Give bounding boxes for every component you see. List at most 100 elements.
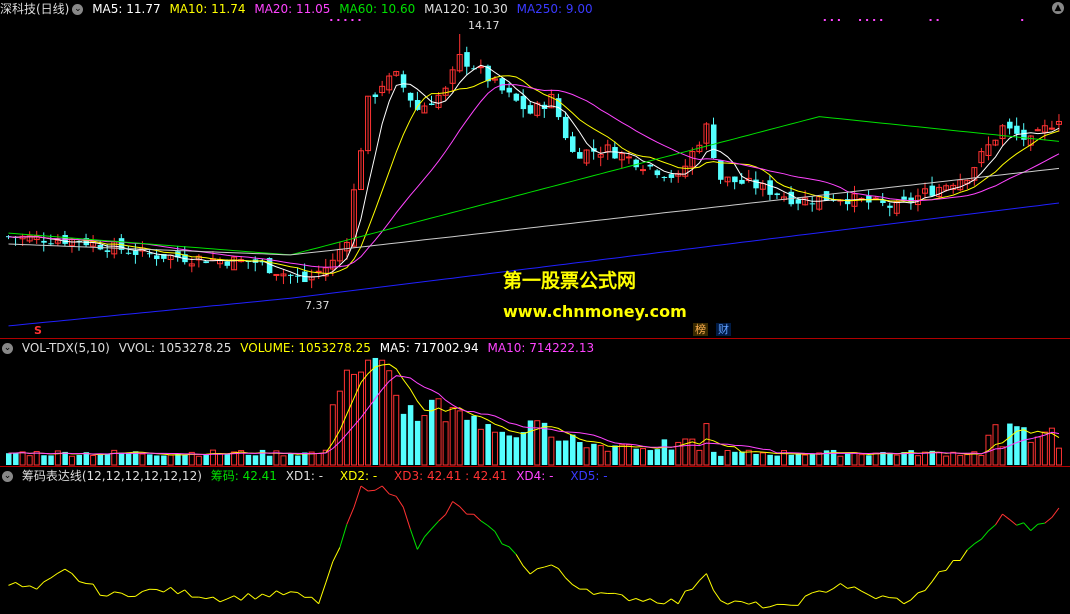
chip-line-segment [353,485,362,508]
volume-bar [456,410,463,466]
volume-bar [682,438,689,466]
bang-badge[interactable]: 榜 [693,323,708,336]
vvol-readout: VVOL: 1053278.25 [118,341,232,355]
volume-bar [583,447,590,466]
candle-body [48,243,54,245]
volume-bar [816,452,823,466]
volume-bar [534,420,541,466]
chip-line-segment [480,520,489,527]
volume-bar [161,455,167,465]
volume-bar [950,451,957,466]
chip-line-segment [92,583,101,596]
chip-line-segment [621,594,630,602]
candle-body [41,240,47,243]
chip-line-segment [642,598,651,602]
signal-dot [337,19,340,21]
chip-line-segment [262,593,270,598]
volume-bar [195,455,202,466]
candle-body [711,124,717,159]
chip-line-segment [819,590,827,593]
chip-line-segment [409,529,418,550]
volume-bar [1007,423,1013,465]
candle-body [823,191,830,201]
volume-bar [880,451,886,465]
chip-line-segment [677,590,686,605]
volume-bar [175,453,181,465]
candle-body [612,147,618,159]
volume-bar [471,415,477,465]
chip-line-segment [156,589,164,593]
chip-line-segment [959,549,968,561]
chip-line-segment [593,592,601,595]
volume-bar [266,455,273,465]
candle-body [104,250,111,252]
volume-bar [343,369,350,466]
volume-bar [914,455,921,466]
volume-bar [83,452,90,465]
chevron-circle-icon[interactable]: ⌄ [2,343,13,354]
volume-bar [209,449,216,466]
chip-line-segment [29,585,37,590]
chip-line-segment [988,524,996,532]
volume-bar [858,454,865,466]
volume-bar [421,415,428,466]
chip-line-segment [833,583,841,589]
volume-bar [336,390,343,466]
candle-body [929,185,936,196]
chip-line-segment [389,493,397,497]
volume-bar [90,454,97,466]
volume-bar [844,453,851,465]
volume-bar [562,440,569,465]
chip-line-segment [903,599,912,605]
candle-body [809,203,816,205]
chip-line-segment [544,564,552,568]
volume-bar [442,421,449,466]
volume-bar [435,398,442,466]
chip-line-segment [1030,523,1039,531]
chip-line-segment [847,586,855,589]
chip-line-segment [86,583,94,585]
chip-line-segment [537,566,545,570]
volume-bar [139,453,146,466]
high-price-label: 14.17 [468,19,500,32]
chip-line-segment [896,597,905,605]
volume-bar [329,404,336,466]
candle-body [753,179,759,189]
candle-body [774,193,780,196]
chip-line-segment [198,596,207,600]
volume-bar [978,455,985,466]
volume-bar [379,359,386,466]
vol-indicator-name[interactable]: VOL-TDX(5,10) [22,341,110,355]
chip-line-segment [826,588,834,593]
candle-body [224,261,231,266]
volume-bar [893,454,900,466]
chip-line-segment [734,600,742,603]
volume-bar [802,454,809,466]
vol-ma5-readout: MA5: 717002.94 [379,341,479,355]
candle-body [506,87,513,93]
chip-line-segment [861,590,869,596]
volume-bar [154,455,160,465]
chip-indicator-name[interactable]: 筹码表达线(12,12,12,12,12,12) [22,469,202,483]
vol-ma5-line [8,363,1060,456]
chip-line-segment [600,592,608,594]
signal-dot [866,19,869,21]
s-marker[interactable]: S [32,324,44,337]
candle-body [315,270,322,273]
volume-bar [943,455,950,466]
volume-bar [358,371,364,466]
volume-bar [767,454,773,465]
volume-bar [957,454,964,466]
volume-bar [971,451,978,466]
chip-line-segment [501,543,510,548]
candle-body [654,170,661,176]
chip-line-segment [57,568,66,574]
chip-line-segment [184,589,193,598]
cai-badge[interactable]: 财 [716,323,731,336]
chip-line-segment [762,606,770,609]
chip-line-segment [64,568,73,574]
volume-bar [188,451,195,466]
volume-bar [499,431,505,465]
chevron-circle-icon[interactable]: ⌄ [2,471,13,482]
volume-bar [577,442,583,465]
